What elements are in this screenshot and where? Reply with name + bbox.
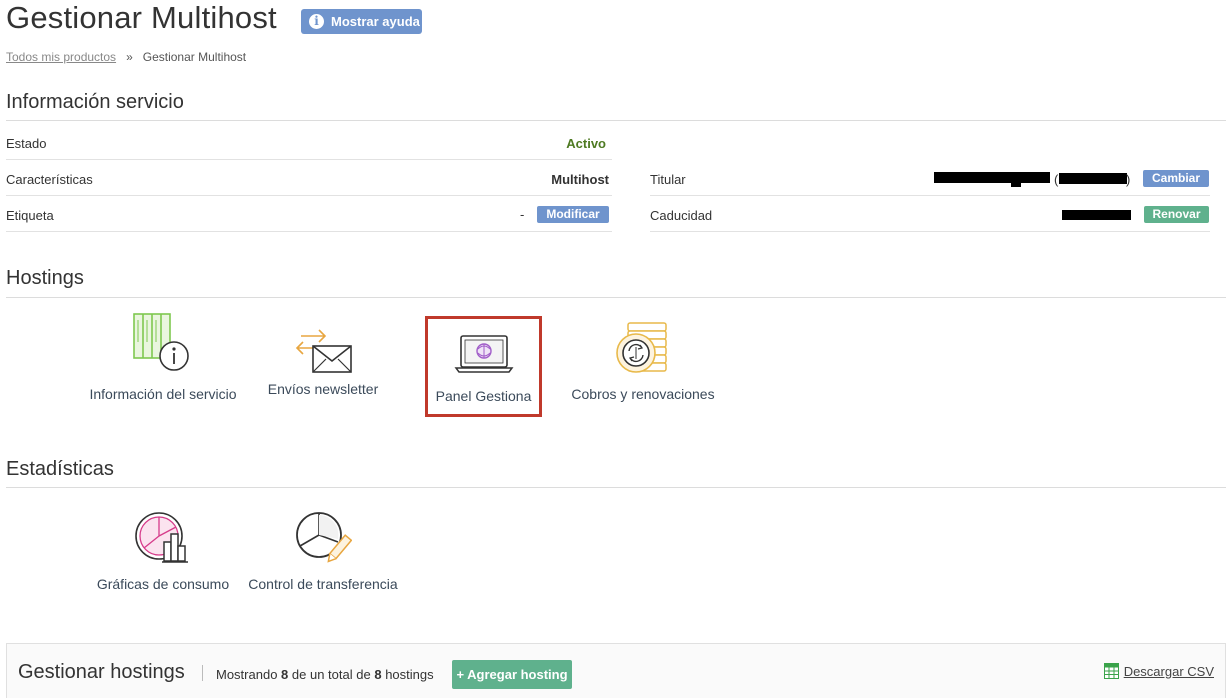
redacted-titular-id: [1059, 173, 1127, 184]
breadcrumb-separator: »: [126, 50, 133, 64]
tile-billing[interactable]: Cobros y renovaciones: [570, 320, 716, 402]
info-row-estado: Estado Activo: [6, 124, 612, 160]
breadcrumb-current: Gestionar Multihost: [142, 50, 247, 64]
show-help-label: Mostrar ayuda: [331, 14, 420, 29]
billing-coins-icon: [616, 322, 667, 373]
show-help-button[interactable]: i Mostrar ayuda: [301, 9, 422, 34]
caracteristicas-value: Multihost: [551, 172, 609, 187]
cambiar-button[interactable]: Cambiar: [1143, 170, 1209, 187]
divider: [202, 665, 203, 681]
info-row-caracteristicas: Características Multihost: [6, 160, 612, 196]
tile-server-info[interactable]: Información del servicio: [86, 312, 240, 402]
laptop-panel-icon: [454, 335, 513, 373]
estado-label: Estado: [6, 136, 47, 151]
divider: [6, 487, 1226, 488]
showing-prefix: Mostrando: [216, 667, 278, 682]
caducidad-label: Caducidad: [650, 208, 713, 223]
hostings-count-text: Mostrando 8 de un total de 8 hostings: [216, 667, 434, 682]
showing-middle: de un total de: [291, 667, 371, 682]
usage-charts-icon: [135, 512, 188, 563]
estado-value: Activo: [566, 136, 606, 151]
redacted-titular-name: [934, 172, 1050, 183]
tile-panel-gestiona[interactable]: Panel Gestiona: [428, 333, 539, 404]
tile-label: Panel Gestiona: [435, 388, 532, 404]
transfer-control-icon: [296, 512, 352, 563]
shown-count: 8: [281, 667, 289, 682]
breadcrumb: Todos mis productos » Gestionar Multihos…: [6, 50, 246, 64]
etiqueta-value: -: [520, 207, 525, 222]
redacted-expiry-date: [1062, 210, 1131, 220]
manage-hostings-title: Gestionar hostings: [18, 661, 185, 683]
server-info-icon: [133, 313, 189, 371]
titular-paren-open: (: [1054, 172, 1059, 187]
tile-newsletter[interactable]: Envíos newsletter: [262, 326, 384, 397]
tile-label: Envíos newsletter: [267, 381, 379, 397]
tile-label: Control de transferencia: [248, 576, 398, 592]
tile-label: Cobros y renovaciones: [571, 386, 715, 402]
download-csv-label: Descargar CSV: [1123, 663, 1214, 679]
breadcrumb-link-all-products[interactable]: Todos mis productos: [6, 50, 116, 64]
page-title: Gestionar Multihost: [6, 0, 277, 35]
tile-label: Gráficas de consumo: [96, 576, 230, 592]
showing-suffix: hostings: [385, 667, 434, 682]
tile-transfer-control[interactable]: Control de transferencia: [244, 510, 402, 592]
add-hosting-button[interactable]: + Agregar hosting: [452, 660, 572, 689]
download-csv-link[interactable]: Descargar CSV: [1103, 663, 1214, 679]
modificar-button[interactable]: Modificar: [537, 206, 609, 223]
section-title-hostings: Hostings: [6, 267, 84, 289]
divider: [6, 297, 1226, 298]
tile-usage-charts[interactable]: Gráficas de consumo: [92, 510, 234, 592]
total-count: 8: [374, 667, 382, 682]
info-row-caducidad: Caducidad Renovar: [650, 196, 1210, 232]
info-icon: i: [309, 14, 324, 29]
spreadsheet-icon: [1103, 663, 1119, 679]
titular-label: Titular: [650, 172, 686, 187]
etiqueta-label: Etiqueta: [6, 208, 54, 223]
section-title-stats: Estadísticas: [6, 458, 114, 480]
caracteristicas-label: Características: [6, 172, 93, 187]
redacted-mark: [1011, 180, 1021, 187]
info-row-titular: Titular ( ) Cambiar: [650, 160, 1210, 196]
section-title-info: Información servicio: [6, 91, 184, 113]
titular-paren-close: ): [1126, 172, 1131, 187]
tile-label: Información del servicio: [89, 386, 237, 402]
divider: [6, 120, 1226, 121]
info-row-etiqueta: Etiqueta - Modificar: [6, 196, 612, 232]
renovar-button[interactable]: Renovar: [1144, 206, 1209, 223]
manage-hostings-panel: Gestionar hostings Mostrando 8 de un tot…: [6, 643, 1226, 698]
newsletter-icon: [295, 329, 352, 373]
